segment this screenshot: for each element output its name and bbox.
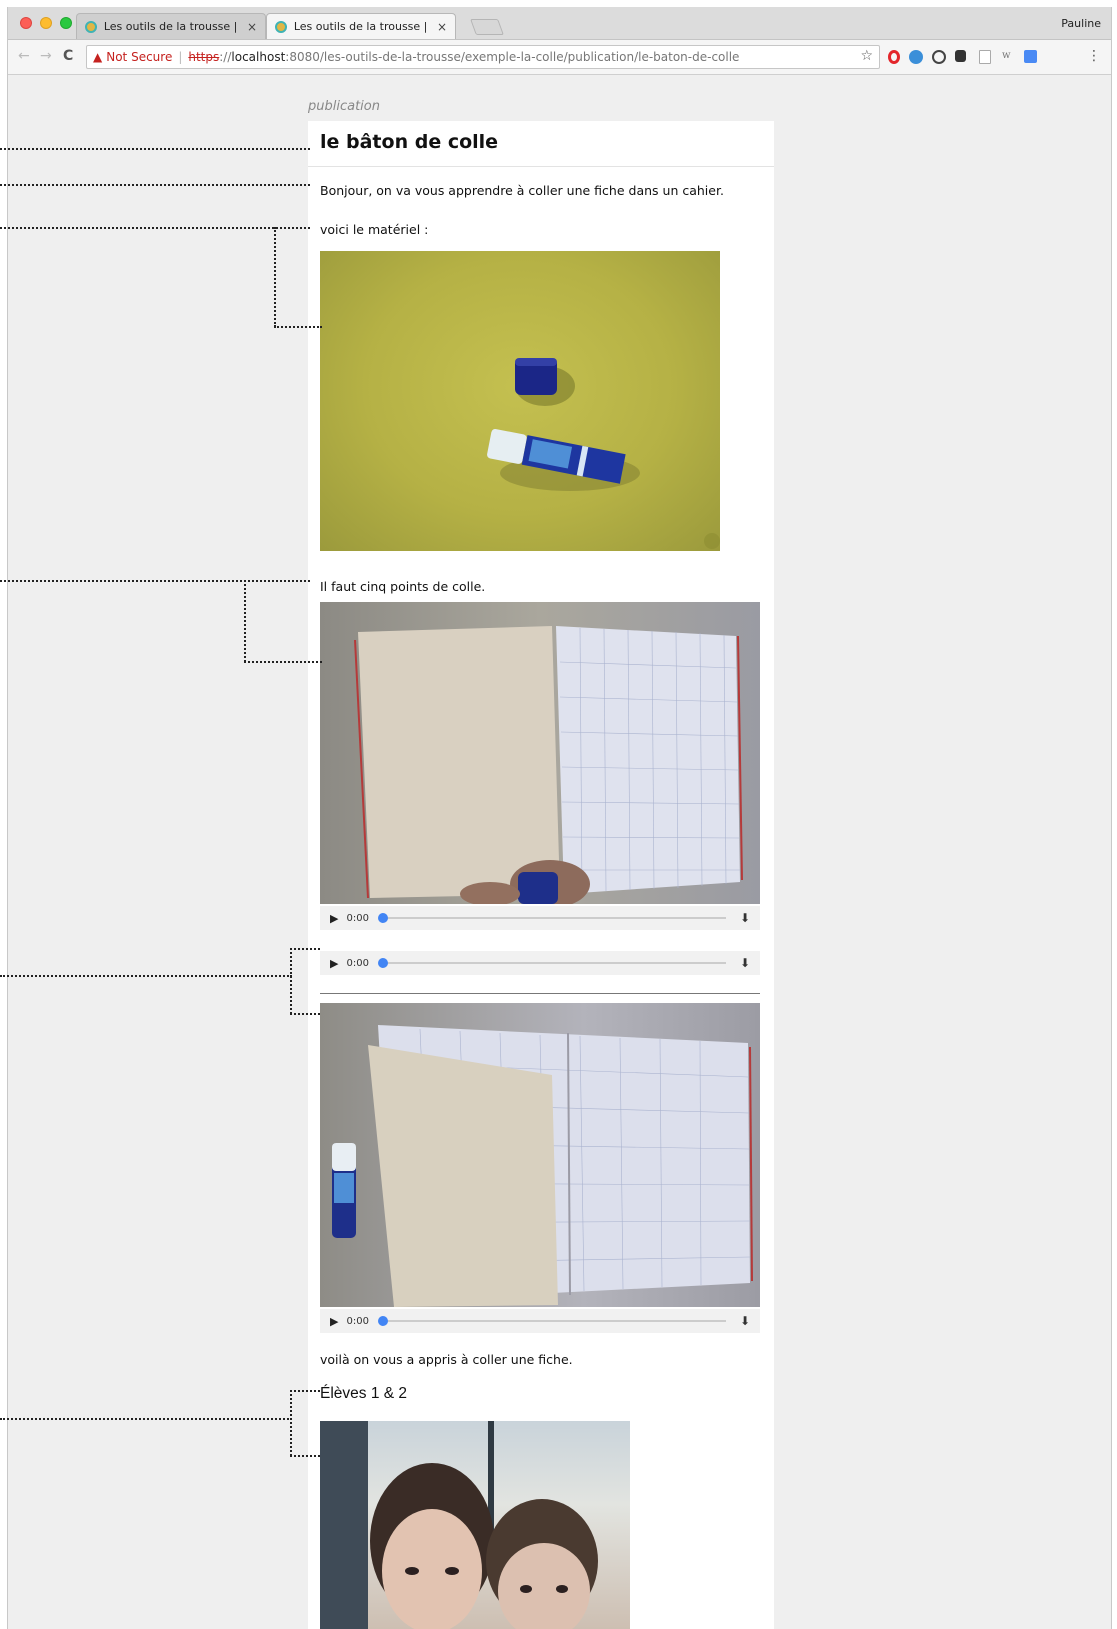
annotation-bracket-audio-bottom	[290, 1013, 320, 1015]
annotation-line-title	[0, 148, 310, 150]
bookmark-star-icon[interactable]: ☆	[860, 48, 873, 64]
annotation-bracket-authors	[290, 1390, 292, 1456]
page-ext-icon[interactable]	[979, 50, 991, 64]
url-host: localhost	[231, 50, 286, 64]
translate-icon[interactable]	[1024, 50, 1037, 63]
player-time: 0:00	[346, 912, 369, 924]
glue-points-text: Il faut cinq points de colle.	[320, 579, 486, 594]
annotation-line-audio	[0, 975, 292, 977]
tab-1[interactable]: Les outils de la trousse | Exem ×	[76, 13, 266, 39]
annotation-bracket-photo-end	[274, 326, 322, 328]
profile-name[interactable]: Pauline	[1061, 17, 1101, 30]
close-window-icon[interactable]	[20, 17, 32, 29]
url-path: :8080/les-outils-de-la-trousse/exemple-l…	[285, 50, 740, 64]
tab-close-icon[interactable]: ×	[437, 20, 447, 34]
tab-bar: Les outils de la trousse | Exem × Les ou…	[8, 7, 1111, 40]
search-ext-icon[interactable]	[932, 50, 946, 64]
audio-player-1[interactable]: ▶ 0:00 ⬇	[320, 906, 760, 930]
download-icon[interactable]: ⬇	[740, 1314, 750, 1328]
fullscreen-window-icon[interactable]	[60, 17, 72, 29]
player-time: 0:00	[346, 1315, 369, 1327]
tab-1-title: Les outils de la trousse | Exem	[103, 20, 241, 33]
address-separator: |	[178, 50, 183, 64]
back-icon[interactable]: ←	[18, 48, 30, 64]
not-secure-label[interactable]: Not Secure	[106, 50, 172, 64]
annotation-bracket-photo	[274, 227, 276, 327]
seek-bar[interactable]	[377, 958, 726, 968]
favicon-icon	[85, 20, 97, 33]
page-title: le bâton de colle	[320, 131, 499, 153]
materials-text: voici le matériel :	[320, 222, 429, 237]
materials-photo	[320, 251, 720, 551]
download-icon[interactable]: ⬇	[740, 911, 750, 925]
seek-knob[interactable]	[377, 1316, 388, 1326]
outro-text: voilà on vous a appris à coller une fich…	[320, 1352, 573, 1367]
seek-knob[interactable]	[377, 913, 388, 923]
extension-blue-icon[interactable]	[909, 50, 923, 64]
browser-toolbar: ← → C ▲ Not Secure | https://localhost:8…	[8, 40, 1111, 75]
audio-player-2[interactable]: ▶ 0:00 ⬇	[320, 951, 760, 975]
authors-text: Élèves 1 & 2	[320, 1385, 408, 1402]
annotation-bracket-authors-bottom	[290, 1455, 320, 1457]
d-ext-icon[interactable]	[955, 50, 966, 62]
seek-knob[interactable]	[377, 958, 388, 968]
annotation-bracket-audio	[290, 948, 292, 1014]
opera-icon[interactable]	[888, 50, 900, 64]
intro-text: Bonjour, on va vous apprendre à coller u…	[320, 183, 724, 198]
player-time: 0:00	[346, 957, 369, 969]
play-icon[interactable]: ▶	[330, 1315, 338, 1328]
publication-page: Bonjour, on va vous apprendre à coller u…	[308, 167, 774, 1629]
download-icon[interactable]: ⬇	[740, 956, 750, 970]
seek-bar[interactable]	[377, 913, 726, 923]
page-viewport: publication le bâton de colle Bonjour, o…	[8, 75, 1111, 1629]
divider	[320, 993, 760, 994]
tab-2[interactable]: Les outils de la trousse | Exem ×	[266, 13, 456, 39]
browser-window: Les outils de la trousse | Exem × Les ou…	[7, 7, 1112, 1629]
video-1-frame[interactable]	[320, 602, 760, 904]
url-scheme-sep: ://	[219, 50, 232, 64]
address-bar[interactable]: ▲ Not Secure | https://localhost:8080/le…	[86, 45, 880, 69]
annotation-bracket-authors-top	[290, 1390, 320, 1392]
annotation-line-intro	[0, 184, 310, 186]
annotation-bracket-video-1	[244, 580, 246, 662]
minimize-window-icon[interactable]	[40, 17, 52, 29]
publication-header: le bâton de colle	[308, 121, 774, 167]
video-2-frame[interactable]	[320, 1003, 760, 1307]
forward-icon[interactable]: →	[40, 48, 52, 64]
audio-player-3[interactable]: ▶ 0:00 ⬇	[320, 1309, 760, 1333]
url-scheme: https	[188, 50, 220, 64]
new-tab-button[interactable]	[470, 19, 504, 35]
annotation-bracket-video-1-end	[244, 661, 322, 663]
tab-2-title: Les outils de la trousse | Exem	[293, 20, 431, 33]
annotation-bracket-audio-top	[290, 948, 320, 950]
favicon-icon	[275, 20, 287, 33]
warning-icon: ▲	[93, 50, 103, 64]
tab-close-icon[interactable]: ×	[247, 20, 257, 34]
wikipedia-icon[interactable]: w	[1002, 50, 1011, 61]
section-label: publication	[308, 99, 380, 114]
annotation-line-materials	[0, 227, 310, 229]
play-icon[interactable]: ▶	[330, 957, 338, 970]
seek-bar[interactable]	[377, 1316, 726, 1326]
browser-menu-icon[interactable]: ⋮	[1087, 48, 1101, 64]
annotation-line-authors	[0, 1418, 292, 1420]
play-icon[interactable]: ▶	[330, 912, 338, 925]
students-photo	[320, 1421, 630, 1629]
reload-icon[interactable]: C	[63, 48, 73, 64]
annotation-line-points	[0, 580, 310, 582]
